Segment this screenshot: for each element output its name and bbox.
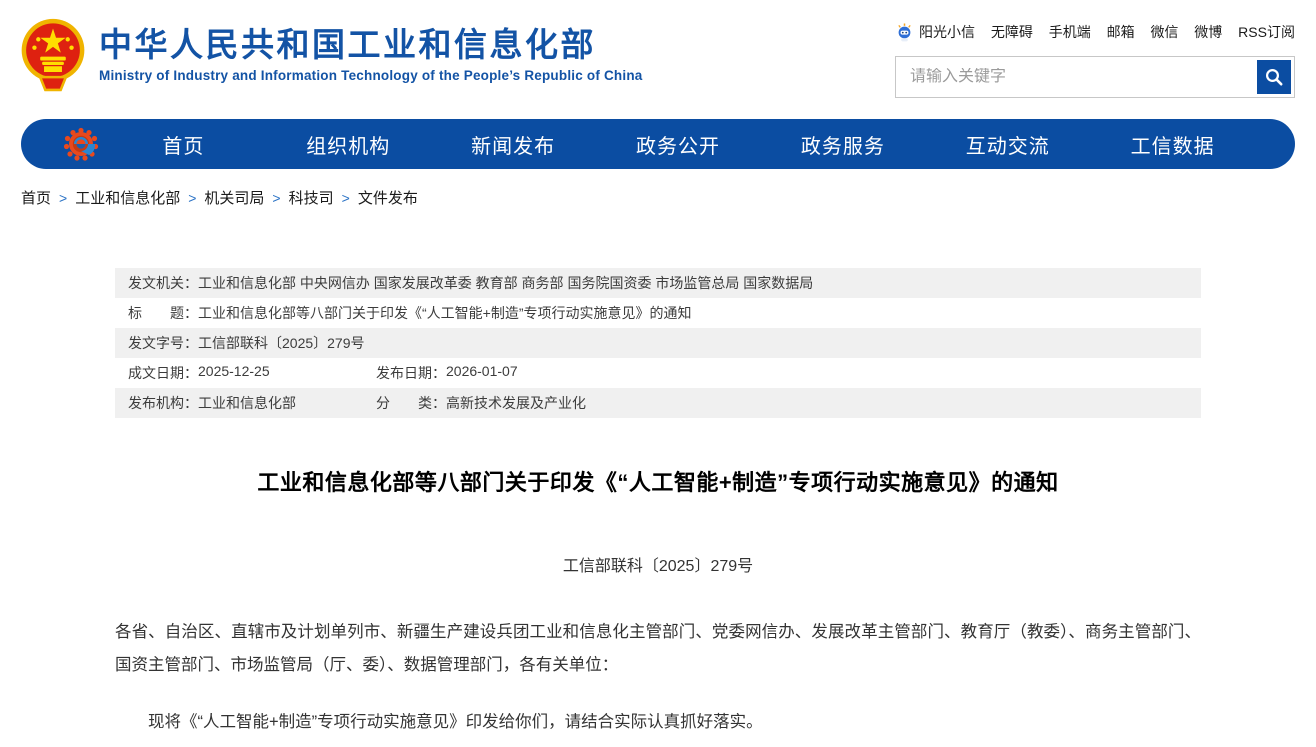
meta-label: 分 类： — [376, 393, 446, 413]
meta-value: 2026-01-07 — [446, 363, 518, 383]
meta-row-issuing-agency: 发文机关： 工业和信息化部 中央网信办 国家发展改革委 教育部 商务部 国务院国… — [115, 268, 1201, 298]
breadcrumb-separator: > — [188, 190, 196, 206]
breadcrumb-separator: > — [342, 190, 350, 206]
breadcrumb-separator: > — [272, 190, 280, 206]
top-link-label: 阳光小信 — [919, 22, 975, 42]
search-box — [895, 56, 1295, 98]
nav-item-miit-data[interactable]: 工信数据 — [1090, 130, 1255, 159]
nav-item-news[interactable]: 新闻发布 — [431, 130, 596, 159]
top-link-mobile[interactable]: 手机端 — [1049, 22, 1091, 42]
meta-value: 工业和信息化部 — [198, 393, 296, 413]
nav-item-organization[interactable]: 组织机构 — [266, 130, 431, 159]
nav-item-home[interactable]: 首页 — [101, 130, 266, 159]
search-icon — [1264, 67, 1284, 87]
meta-row-doc-number: 发文字号： 工信部联科〔2025〕279号 — [115, 328, 1201, 358]
article-paragraph-body: 现将《“人工智能+制造”专项行动实施意见》印发给你们，请结合实际认真抓好落实。 — [115, 706, 1201, 739]
meta-value: 工业和信息化部等八部门关于印发《“人工智能+制造”专项行动实施意见》的通知 — [198, 303, 692, 323]
top-link-sunshine-assistant[interactable]: 阳光小信 — [895, 22, 975, 42]
breadcrumb-item-miit[interactable]: 工业和信息化部 — [75, 187, 180, 208]
top-link-accessibility[interactable]: 无障碍 — [991, 22, 1033, 42]
page-container: 中华人民共和国工业和信息化部 Ministry of Industry and … — [21, 0, 1295, 739]
meta-cell: 分 类： 高新技术发展及产业化 — [376, 393, 586, 413]
breadcrumb-item-science-tech[interactable]: 科技司 — [289, 187, 334, 208]
nav-items: 首页 组织机构 新闻发布 政务公开 政务服务 互动交流 工信数据 — [101, 130, 1255, 159]
main-nav: 首页 组织机构 新闻发布 政务公开 政务服务 互动交流 工信数据 — [21, 119, 1295, 169]
nav-item-gov-disclosure[interactable]: 政务公开 — [596, 130, 761, 159]
national-emblem-icon — [21, 18, 85, 94]
meta-cell: 发文字号： 工信部联科〔2025〕279号 — [128, 333, 365, 353]
meta-cell: 标 题： 工业和信息化部等八部门关于印发《“人工智能+制造”专项行动实施意见》的… — [128, 303, 692, 323]
top-link-weibo[interactable]: 微博 — [1194, 22, 1222, 42]
nav-item-gov-services[interactable]: 政务服务 — [760, 130, 925, 159]
meta-cell: 发布日期： 2026-01-07 — [376, 363, 518, 383]
nav-item-interaction[interactable]: 互动交流 — [925, 130, 1090, 159]
meta-cell: 发布机构： 工业和信息化部 — [128, 393, 376, 413]
robot-mascot-icon — [895, 23, 914, 42]
site-header: 中华人民共和国工业和信息化部 Ministry of Industry and … — [21, 0, 1295, 112]
meta-value: 2025-12-25 — [198, 363, 270, 383]
meta-label: 发文字号： — [128, 333, 198, 353]
meta-value: 高新技术发展及产业化 — [446, 393, 586, 413]
meta-value: 工业和信息化部 中央网信办 国家发展改革委 教育部 商务部 国务院国资委 市场监… — [198, 273, 813, 293]
meta-row-publisher-category: 发布机构： 工业和信息化部 分 类： 高新技术发展及产业化 — [115, 388, 1201, 418]
meta-row-title: 标 题： 工业和信息化部等八部门关于印发《“人工智能+制造”专项行动实施意见》的… — [115, 298, 1201, 328]
meta-label: 发布机构： — [128, 393, 198, 413]
miit-gear-e-logo-icon — [61, 124, 101, 164]
header-right: 阳光小信 无障碍 手机端 邮箱 微信 微博 RSS订阅 — [895, 18, 1295, 112]
top-link-wechat[interactable]: 微信 — [1150, 22, 1178, 42]
article-doc-number: 工信部联科〔2025〕279号 — [115, 552, 1201, 576]
site-title: 中华人民共和国工业和信息化部 — [99, 24, 642, 65]
meta-cell: 成文日期： 2025-12-25 — [128, 363, 376, 383]
meta-label: 发布日期： — [376, 363, 446, 383]
meta-cell: 发文机关： 工业和信息化部 中央网信办 国家发展改革委 教育部 商务部 国务院国… — [128, 273, 813, 293]
document-meta-table: 发文机关： 工业和信息化部 中央网信办 国家发展改革委 教育部 商务部 国务院国… — [115, 268, 1201, 418]
meta-label: 发文机关： — [128, 273, 198, 293]
top-link-rss[interactable]: RSS订阅 — [1238, 22, 1295, 42]
meta-row-dates: 成文日期： 2025-12-25 发布日期： 2026-01-07 — [115, 358, 1201, 388]
site-brand: 中华人民共和国工业和信息化部 Ministry of Industry and … — [21, 18, 642, 112]
meta-value: 工信部联科〔2025〕279号 — [198, 333, 365, 353]
breadcrumb-item-document-release[interactable]: 文件发布 — [358, 187, 418, 208]
top-links: 阳光小信 无障碍 手机端 邮箱 微信 微博 RSS订阅 — [895, 20, 1295, 44]
meta-label: 标 题： — [128, 303, 198, 323]
breadcrumb-item-home[interactable]: 首页 — [21, 187, 51, 208]
document-article: 发文机关： 工业和信息化部 中央网信办 国家发展改革委 教育部 商务部 国务院国… — [115, 268, 1201, 739]
search-button[interactable] — [1257, 60, 1291, 94]
top-link-mail[interactable]: 邮箱 — [1107, 22, 1135, 42]
search-input[interactable] — [899, 68, 1257, 86]
article-title: 工业和信息化部等八部门关于印发《“人工智能+制造”专项行动实施意见》的通知 — [115, 465, 1201, 497]
meta-label: 成文日期： — [128, 363, 198, 383]
breadcrumb-item-departments[interactable]: 机关司局 — [204, 187, 264, 208]
site-subtitle: Ministry of Industry and Information Tec… — [99, 68, 642, 83]
breadcrumb: 首页 > 工业和信息化部 > 机关司局 > 科技司 > 文件发布 — [21, 187, 1295, 208]
brand-text: 中华人民共和国工业和信息化部 Ministry of Industry and … — [99, 18, 642, 83]
breadcrumb-separator: > — [59, 190, 67, 206]
article-paragraph-recipients: 各省、自治区、直辖市及计划单列市、新疆生产建设兵团工业和信息化主管部门、党委网信… — [115, 616, 1201, 682]
